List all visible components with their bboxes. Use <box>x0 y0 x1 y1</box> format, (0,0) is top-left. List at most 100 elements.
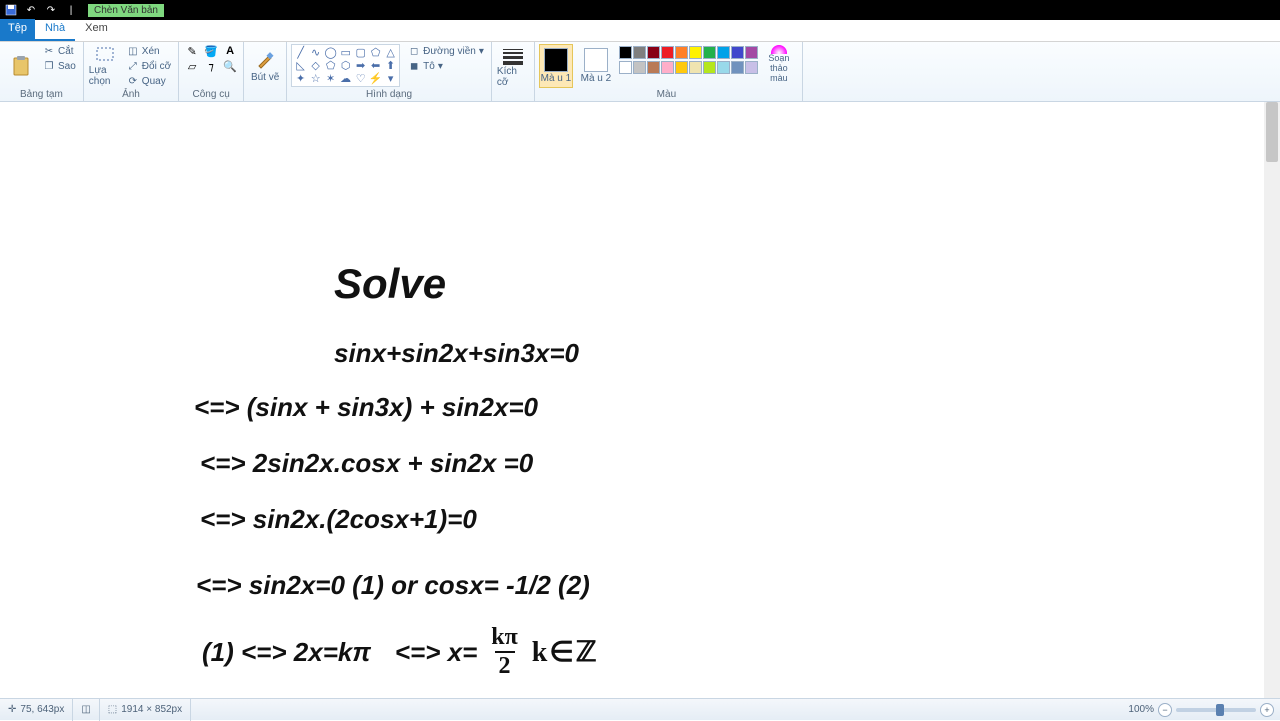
color2-button[interactable]: Mà u 2 <box>579 44 613 88</box>
canvas-line-6: (1) <=> 2x=kπ <=> x= kπ 2 k∈ℤ <box>202 624 599 680</box>
zoom-slider[interactable] <box>1176 708 1256 712</box>
size-icon <box>502 45 524 65</box>
zoom-in-button[interactable]: + <box>1260 703 1274 717</box>
color-swatch[interactable] <box>675 46 688 59</box>
size-label: Kích cỡ <box>497 66 529 88</box>
fill-tool-icon[interactable]: 🪣 <box>202 44 220 58</box>
fill-icon: ◼ <box>408 60 420 72</box>
color-swatch[interactable] <box>703 61 716 74</box>
crosshair-icon: ✛ <box>8 704 16 715</box>
cut-button[interactable]: ✂Cắt <box>40 44 79 58</box>
window-title: Chèn Văn bản <box>88 4 164 17</box>
group-brushes: Bút vẽ <box>244 42 287 101</box>
group-label-brushes <box>248 88 282 101</box>
shape-star6-icon[interactable]: ✶ <box>323 72 338 85</box>
color-swatch[interactable] <box>633 61 646 74</box>
shape-triangle-icon[interactable]: △ <box>383 46 398 59</box>
color-swatch[interactable] <box>647 61 660 74</box>
shape-gallery[interactable]: ╱ ∿ ◯ ▭ ▢ ⬠ △ ◺ ◇ ⬠ ⬡ ➡ ⬅ ⬆ ✦ ☆ ✶ ☁ ♡ ⚡ <box>291 44 400 87</box>
shape-arrowl-icon[interactable]: ⬅ <box>368 59 383 72</box>
shape-arrowr-icon[interactable]: ➡ <box>353 59 368 72</box>
color-swatch[interactable] <box>745 61 758 74</box>
color1-button[interactable]: Mà u 1 <box>539 44 573 88</box>
color-swatch[interactable] <box>731 46 744 59</box>
scrollbar-thumb[interactable] <box>1266 102 1278 162</box>
shape-arrowu-icon[interactable]: ⬆ <box>383 59 398 72</box>
shape-fill-button[interactable]: ◼Tô ▾ <box>405 59 487 73</box>
text-tool-icon[interactable]: A <box>221 44 239 58</box>
tab-home[interactable]: Nhà <box>35 19 75 41</box>
chevron-down-icon: ▾ <box>438 61 443 72</box>
group-image: Lựa chọn ◫Xén ⤢Đổi cỡ ⟳Quay Ảnh <box>84 42 179 101</box>
copy-button[interactable]: ❐Sao <box>40 59 79 73</box>
quick-access-toolbar: ↶ ↷ | <box>0 2 82 18</box>
group-clipboard: ✂Cắt ❐Sao Bảng tạm <box>0 42 84 101</box>
title-bar: ↶ ↷ | Chèn Văn bản <box>0 0 1280 20</box>
zoom-out-button[interactable]: − <box>1158 703 1172 717</box>
color-swatch[interactable] <box>717 61 730 74</box>
color-swatch[interactable] <box>661 46 674 59</box>
shape-hexagon-icon[interactable]: ⬡ <box>338 59 353 72</box>
shape-star5-icon[interactable]: ☆ <box>308 72 323 85</box>
color-swatch[interactable] <box>731 61 744 74</box>
shape-heart-icon[interactable]: ♡ <box>353 72 368 85</box>
color-swatch[interactable] <box>745 46 758 59</box>
shape-oval-icon[interactable]: ◯ <box>323 46 338 59</box>
shape-diamond-icon[interactable]: ◇ <box>308 59 323 72</box>
shape-pentagon-icon[interactable]: ⬠ <box>323 59 338 72</box>
shape-outline-button[interactable]: ◻Đường viền ▾ <box>405 44 487 58</box>
size-button[interactable]: Kích cỡ <box>496 44 530 88</box>
crop-button[interactable]: ◫Xén <box>124 44 174 58</box>
canvas-line-4: <=> sin2x.(2cosx+1)=0 <box>200 504 477 535</box>
color-swatch[interactable] <box>689 46 702 59</box>
ribbon: ✂Cắt ❐Sao Bảng tạm Lựa chọn ◫Xén ⤢Đổi cỡ… <box>0 42 1280 102</box>
fraction-numerator: kπ <box>491 624 518 651</box>
shape-roundrect-icon[interactable]: ▢ <box>353 46 368 59</box>
eraser-tool-icon[interactable]: ▱ <box>183 59 201 73</box>
shape-curve-icon[interactable]: ∿ <box>308 46 323 59</box>
picker-tool-icon[interactable]: ⁊ <box>202 59 220 73</box>
resize-label: Đổi cỡ <box>142 61 171 72</box>
group-label-tools: Công cụ <box>183 88 239 101</box>
shape-rect-icon[interactable]: ▭ <box>338 46 353 59</box>
canvas[interactable]: Solve sinx+sin2x+sin3x=0 <=> (sinx + sin… <box>0 102 1280 692</box>
color-swatch[interactable] <box>703 46 716 59</box>
tab-file[interactable]: Tệp <box>0 19 35 41</box>
magnifier-tool-icon[interactable]: 🔍 <box>221 59 239 73</box>
color-swatch[interactable] <box>717 46 730 59</box>
copy-label: Sao <box>58 61 76 72</box>
edit-colors-button[interactable]: Soạn thảo màu <box>764 44 794 84</box>
zoom-slider-thumb[interactable] <box>1216 704 1224 716</box>
color-swatch[interactable] <box>661 61 674 74</box>
shape-callout-icon[interactable]: ☁ <box>338 72 353 85</box>
redo-icon[interactable]: ↷ <box>42 2 60 18</box>
shape-line-icon[interactable]: ╱ <box>293 46 308 59</box>
status-cursor-value: 75, 643px <box>20 704 64 715</box>
shape-bolt-icon[interactable]: ⚡ <box>368 72 383 85</box>
paste-button[interactable] <box>4 44 38 88</box>
qat-divider: | <box>62 2 80 18</box>
fraction-denominator: 2 <box>495 651 515 680</box>
shape-star4-icon[interactable]: ✦ <box>293 72 308 85</box>
color-swatch[interactable] <box>675 61 688 74</box>
vertical-scrollbar[interactable] <box>1264 102 1280 698</box>
rotate-button[interactable]: ⟳Quay <box>124 74 174 88</box>
color-swatch[interactable] <box>619 46 632 59</box>
shape-more-icon[interactable]: ▾ <box>383 72 398 85</box>
pencil-tool-icon[interactable]: ✎ <box>183 44 201 58</box>
dimensions-icon: ⬚ <box>108 704 117 715</box>
resize-button[interactable]: ⤢Đổi cỡ <box>124 59 174 73</box>
color-swatch[interactable] <box>619 61 632 74</box>
select-button[interactable]: Lựa chọn <box>88 44 122 88</box>
save-icon[interactable] <box>2 2 20 18</box>
shape-rtriangle-icon[interactable]: ◺ <box>293 59 308 72</box>
shape-polygon-icon[interactable]: ⬠ <box>368 46 383 59</box>
group-colors: Mà u 1 Mà u 2 Soạn thảo màu Màu <box>535 42 803 101</box>
color-swatch[interactable] <box>633 46 646 59</box>
tab-view[interactable]: Xem <box>75 19 118 41</box>
undo-icon[interactable]: ↶ <box>22 2 40 18</box>
color1-well <box>544 48 568 72</box>
color-swatch[interactable] <box>689 61 702 74</box>
brushes-button[interactable]: Bút vẽ <box>248 44 282 88</box>
color-swatch[interactable] <box>647 46 660 59</box>
